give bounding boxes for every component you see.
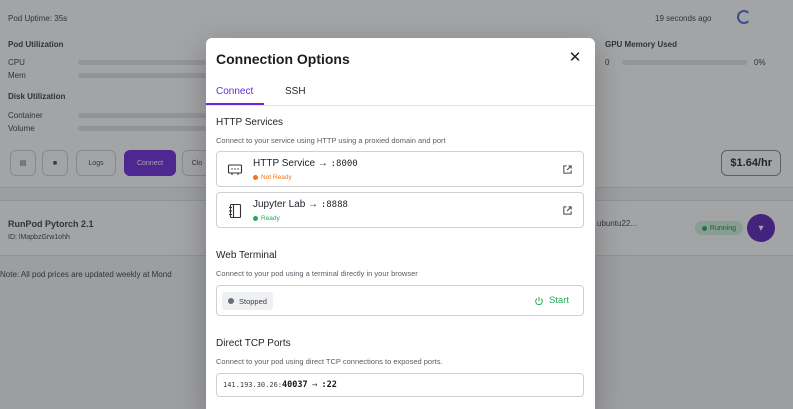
status-label: Not Ready — [261, 174, 292, 181]
stopped-dot-icon — [228, 298, 234, 304]
status-badge: Ready — [253, 215, 280, 222]
status-dot-icon — [253, 216, 258, 221]
http-services-title: HTTP Services — [216, 117, 284, 128]
service-label: HTTP Service — [253, 158, 316, 169]
web-terminal-description: Connect to your pod using a terminal dir… — [216, 269, 418, 278]
http-services-description: Connect to your service using HTTP using… — [216, 136, 446, 145]
service-label: Jupyter Lab — [253, 199, 306, 210]
arrow-icon: → — [308, 199, 319, 210]
connection-options-modal: Connection Options ✕ Connect SSH HTTP Se… — [206, 38, 595, 409]
jupyter-lab-item[interactable]: Jupyter Lab → :8888 Ready — [216, 192, 584, 228]
tab-connect[interactable]: Connect — [216, 86, 253, 97]
terminal-status-badge: Stopped — [222, 292, 273, 310]
http-service-item[interactable]: HTTP Service → :8000 Not Ready — [216, 151, 584, 187]
web-terminal-panel: Stopped Start — [216, 285, 584, 316]
arrow-icon: → — [311, 381, 318, 389]
status-label: Ready — [261, 215, 280, 222]
terminal-status-label: Stopped — [239, 296, 267, 306]
arrow-icon: → — [317, 158, 328, 169]
service-name: HTTP Service → :8000 — [253, 158, 358, 169]
tcp-internal-port: :22 — [321, 380, 337, 390]
tcp-port-mapping[interactable]: 141.193.30.26: 40037 → :22 — [216, 373, 584, 397]
external-link-icon[interactable] — [562, 205, 573, 216]
tcp-ip: 141.193.30.26: — [223, 381, 283, 389]
notebook-icon — [229, 203, 242, 219]
status-badge: Not Ready — [253, 174, 292, 181]
tab-bar: Connect SSH — [206, 82, 595, 106]
active-tab-indicator — [206, 103, 264, 105]
close-icon[interactable]: ✕ — [567, 50, 583, 66]
tcp-ports-description: Connect to your pod using direct TCP con… — [216, 357, 443, 366]
tcp-external-port: 40037 — [282, 380, 308, 390]
status-dot-icon — [253, 175, 258, 180]
tcp-ports-title: Direct TCP Ports — [216, 338, 291, 349]
service-name: Jupyter Lab → :8888 — [253, 199, 348, 210]
external-link-icon[interactable] — [562, 164, 573, 175]
service-port: :8888 — [320, 200, 348, 210]
start-terminal-button[interactable]: Start — [534, 295, 569, 306]
modal-title: Connection Options — [216, 51, 350, 67]
power-icon — [535, 296, 543, 305]
tab-ssh[interactable]: SSH — [285, 86, 306, 97]
service-port: :8000 — [330, 159, 358, 169]
start-label: Start — [548, 295, 569, 306]
web-terminal-title: Web Terminal — [216, 250, 277, 261]
server-icon — [227, 164, 243, 175]
